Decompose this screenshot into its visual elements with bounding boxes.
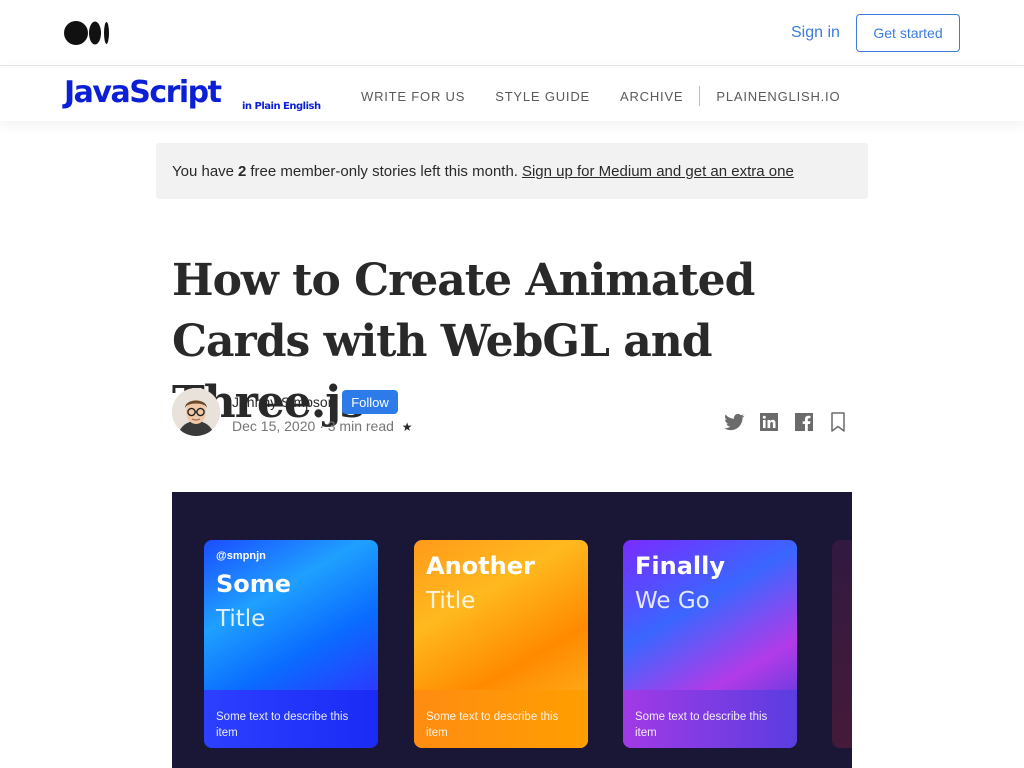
facebook-icon[interactable] [792, 410, 816, 434]
linkedin-icon[interactable] [757, 410, 781, 434]
nav-archive[interactable]: ARCHIVE [620, 89, 683, 104]
publication-logo-main: JavaScript [64, 75, 222, 110]
author-name[interactable]: Johnny Simpson [232, 394, 336, 410]
card-footer: Some text to describe this item [204, 690, 378, 748]
nav-write-for-us[interactable]: WRITE FOR US [361, 89, 465, 104]
card-footer: Some text to describe this item [623, 690, 797, 748]
hero-card-partial [832, 540, 852, 748]
hero-card: @smpnjn Some Title Some text to describe… [204, 540, 378, 748]
article-meta: Dec 15, 2020 · 3 min read ★ [232, 418, 413, 434]
read-time: 3 min read [327, 418, 394, 434]
publication-nav: WRITE FOR US STYLE GUIDE ARCHIVE PLAINEN… [361, 86, 870, 106]
twitter-icon[interactable] [722, 410, 746, 434]
nav-divider [699, 86, 701, 106]
hero-card: Another Title Some text to describe this… [414, 540, 588, 748]
article-date: Dec 15, 2020 [232, 418, 316, 434]
hero-image: @smpnjn Some Title Some text to describe… [172, 492, 852, 768]
publication-logo[interactable]: JavaScript in Plain English [64, 75, 321, 112]
banner-text-after: free member-only stories left this month… [250, 162, 518, 180]
publication-logo-sub: in Plain English [242, 101, 321, 112]
card-footer: Some text to describe this item [414, 690, 588, 748]
meta-dot: · [319, 418, 328, 434]
card-subtitle: Title [426, 588, 476, 614]
card-description: Some text to describe this item [426, 711, 559, 739]
member-star-icon: ★ [401, 420, 413, 434]
card-handle: @smpnjn [216, 550, 266, 562]
card-subtitle: Title [216, 606, 266, 632]
member-banner: You have 2 free member-only stories left… [156, 143, 868, 199]
card-title: Another [426, 552, 535, 580]
follow-button[interactable]: Follow [342, 390, 398, 414]
medium-logo-icon[interactable] [64, 21, 110, 45]
publication-bar: JavaScript in Plain English WRITE FOR US… [0, 66, 1024, 121]
card-title: Some [216, 570, 292, 598]
card-title: Finally [635, 552, 725, 580]
card-description: Some text to describe this item [635, 711, 768, 739]
banner-count: 2 [238, 162, 247, 180]
banner-signup-link[interactable]: Sign up for Medium and get an extra one [522, 163, 794, 180]
top-bar: Sign in Get started [0, 0, 1024, 66]
card-subtitle: We Go [635, 588, 710, 614]
avatar[interactable] [172, 388, 220, 436]
get-started-button[interactable]: Get started [856, 14, 960, 52]
hero-card: Finally We Go Some text to describe this… [623, 540, 797, 748]
banner-text-before: You have [172, 162, 235, 180]
card-description: Some text to describe this item [216, 711, 349, 739]
nav-style-guide[interactable]: STYLE GUIDE [495, 89, 590, 104]
nav-plainenglish-io[interactable]: PLAINENGLISH.IO [716, 89, 840, 104]
bookmark-icon[interactable] [826, 410, 850, 434]
sign-in-link[interactable]: Sign in [791, 24, 840, 42]
